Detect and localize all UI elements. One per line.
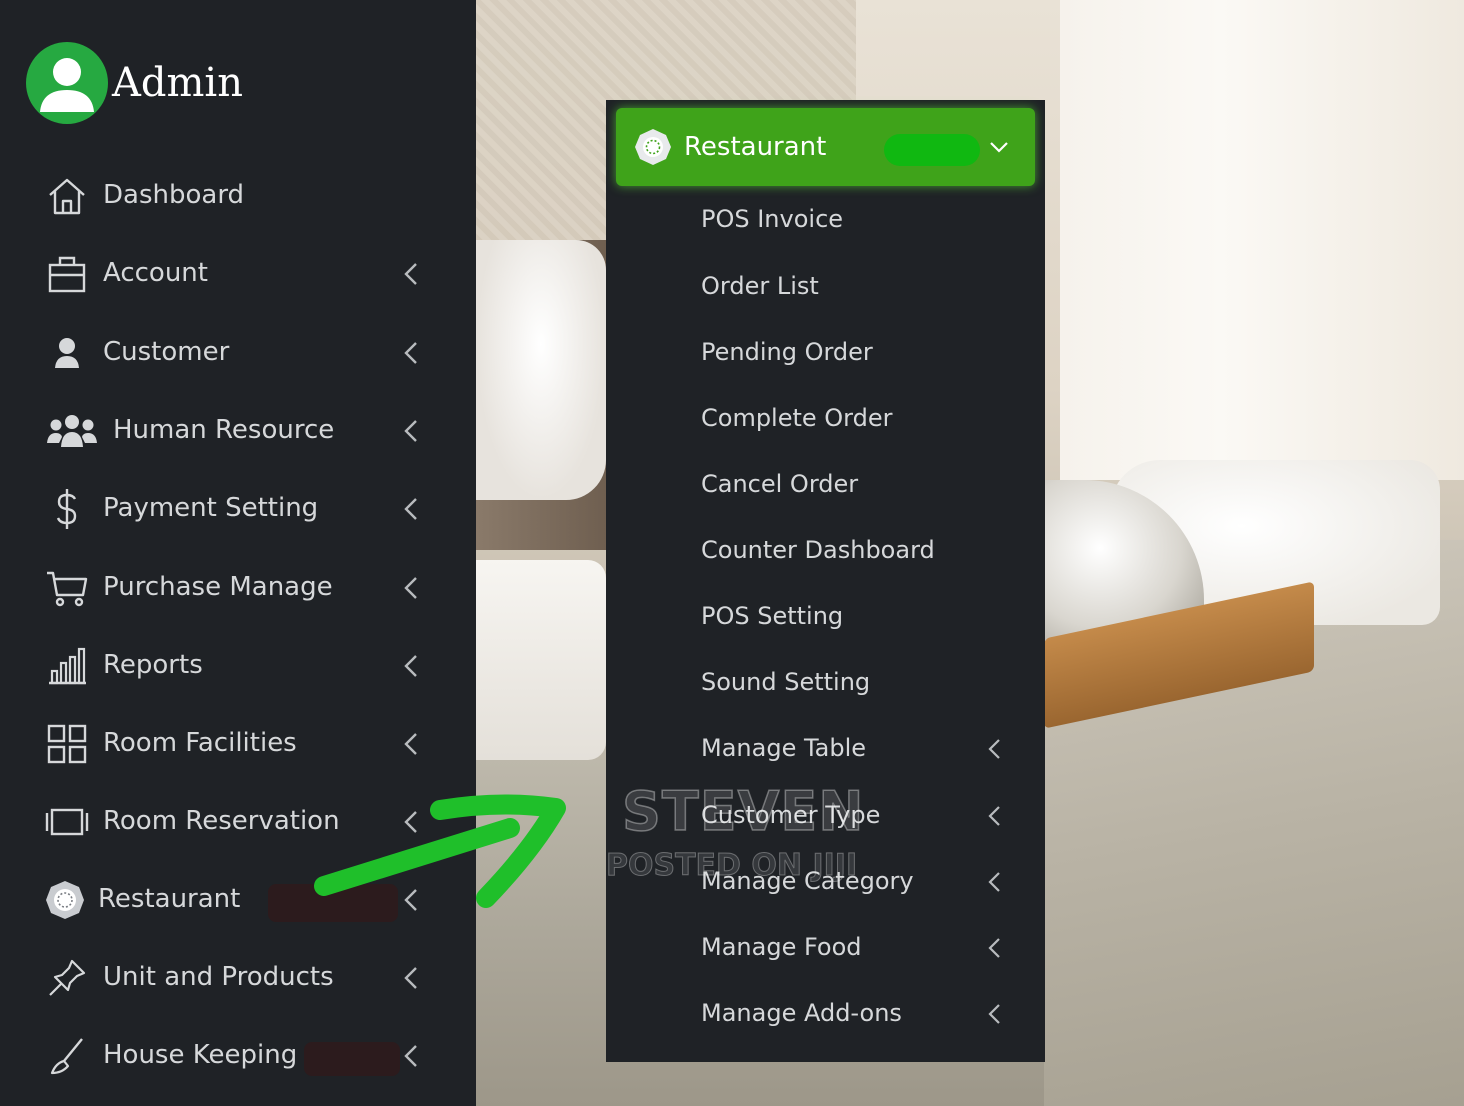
pin-icon bbox=[44, 956, 90, 1000]
broom-icon bbox=[44, 1034, 90, 1078]
submenu-item-label: Manage Add-ons bbox=[701, 999, 902, 1027]
submenu-item-label: Manage Food bbox=[701, 933, 862, 961]
highlight-pill bbox=[884, 134, 980, 166]
user-avatar-icon bbox=[40, 58, 94, 112]
sidebar-item-payment-setting[interactable]: Payment Setting bbox=[0, 479, 476, 539]
user-icon bbox=[44, 331, 90, 375]
briefcase-icon bbox=[44, 252, 90, 296]
submenu-item-label: Complete Order bbox=[701, 404, 893, 432]
sidebar-item-label: Reports bbox=[103, 650, 203, 680]
submenu-item-label: POS Setting bbox=[701, 602, 844, 630]
avatar bbox=[26, 42, 108, 124]
submenu-item-pending-order[interactable]: Pending Order bbox=[606, 324, 1045, 380]
chevron-left-icon bbox=[404, 498, 417, 520]
sidebar-item-label: Unit and Products bbox=[103, 962, 334, 992]
submenu-item-label: Customer Type bbox=[701, 801, 881, 829]
submenu-item-label: Pending Order bbox=[701, 338, 873, 366]
sidebar-item-label: Payment Setting bbox=[103, 493, 319, 523]
sidebar-item-human-resource[interactable]: Human Resource bbox=[0, 401, 476, 461]
sidebar-item-unit-and-products[interactable]: Unit and Products bbox=[0, 948, 476, 1008]
chevron-down-icon bbox=[990, 142, 1008, 153]
submenu-item-customer-type[interactable]: Customer Type bbox=[606, 787, 1045, 843]
submenu-item-manage-table[interactable]: Manage Table bbox=[606, 720, 1045, 776]
chevron-left-icon bbox=[404, 1045, 417, 1067]
sidebar-item-label: Account bbox=[103, 258, 208, 288]
chevron-left-icon bbox=[404, 733, 417, 755]
dollar-icon bbox=[44, 487, 90, 531]
redaction-mark bbox=[304, 1042, 400, 1076]
background-towels bbox=[476, 560, 606, 760]
submenu-item-label: Cancel Order bbox=[701, 470, 859, 498]
sidebar-item-house-keeping[interactable]: House Keeping bbox=[0, 1026, 476, 1086]
submenu-item-pos-invoice[interactable]: POS Invoice bbox=[606, 191, 1045, 247]
submenu-item-pos-setting[interactable]: POS Setting bbox=[606, 588, 1045, 644]
submenu-item-label: Manage Table bbox=[701, 734, 867, 762]
chevron-left-icon bbox=[988, 806, 1000, 826]
background-pillow bbox=[476, 240, 606, 500]
submenu-item-order-list[interactable]: Order List bbox=[606, 258, 1045, 314]
submenu-item-cancel-order[interactable]: Cancel Order bbox=[606, 456, 1045, 512]
admin-profile[interactable]: Admin bbox=[26, 40, 243, 126]
sidebar-item-customer[interactable]: Customer bbox=[0, 323, 476, 383]
sidebar-item-label: Room Reservation bbox=[103, 806, 340, 836]
sidebar-item-label: Restaurant bbox=[98, 884, 241, 914]
chevron-left-icon bbox=[404, 655, 417, 677]
sidebar-item-label: Customer bbox=[103, 337, 230, 367]
restaurant-icon bbox=[42, 878, 88, 922]
chevron-left-icon bbox=[988, 872, 1000, 892]
submenu-item-label: POS Invoice bbox=[701, 205, 844, 233]
submenu-item-sound-setting[interactable]: Sound Setting bbox=[606, 654, 1045, 710]
cart-icon bbox=[44, 566, 90, 610]
sidebar-item-purchase-manage[interactable]: Purchase Manage bbox=[0, 558, 476, 618]
chevron-left-icon bbox=[404, 967, 417, 989]
chevron-left-icon bbox=[404, 420, 417, 442]
annotation-arrow-icon bbox=[314, 794, 566, 908]
restaurant-icon bbox=[635, 129, 671, 165]
submenu-item-manage-category[interactable]: Manage Category bbox=[606, 853, 1045, 909]
sidebar-item-label: Purchase Manage bbox=[103, 572, 333, 602]
restaurant-menu-header[interactable]: Restaurant bbox=[616, 108, 1035, 186]
submenu-item-manage-food[interactable]: Manage Food bbox=[606, 919, 1045, 975]
submenu-item-label: Order List bbox=[701, 272, 819, 300]
sidebar-item-account[interactable]: Account bbox=[0, 244, 476, 304]
restaurant-submenu: Restaurant POS Invoice Order List Pendin… bbox=[606, 100, 1045, 1062]
submenu-item-label: Sound Setting bbox=[701, 668, 871, 696]
sidebar-item-label: Room Facilities bbox=[103, 728, 297, 758]
home-icon bbox=[44, 174, 90, 218]
users-icon bbox=[44, 409, 100, 453]
sidebar-item-label: Human Resource bbox=[113, 415, 335, 445]
submenu-item-label: Manage Category bbox=[701, 867, 914, 895]
grid-icon bbox=[44, 722, 90, 766]
chevron-left-icon bbox=[404, 577, 417, 599]
submenu-item-manage-add-ons[interactable]: Manage Add-ons bbox=[606, 985, 1045, 1041]
chevron-left-icon bbox=[988, 938, 1000, 958]
restaurant-menu-title: Restaurant bbox=[684, 132, 827, 162]
sidebar-item-room-facilities[interactable]: Room Facilities bbox=[0, 714, 476, 774]
tablet-icon bbox=[44, 800, 90, 844]
submenu-item-label: Counter Dashboard bbox=[701, 536, 935, 564]
sidebar-item-dashboard[interactable]: Dashboard bbox=[0, 166, 476, 226]
chevron-left-icon bbox=[404, 263, 417, 285]
submenu-item-counter-dashboard[interactable]: Counter Dashboard bbox=[606, 522, 1045, 578]
bar-chart-icon bbox=[44, 644, 90, 688]
background-window bbox=[1060, 0, 1464, 480]
chevron-left-icon bbox=[988, 739, 1000, 759]
sidebar-item-label: House Keeping bbox=[103, 1040, 298, 1070]
sidebar-item-reports[interactable]: Reports bbox=[0, 636, 476, 696]
admin-name: Admin bbox=[112, 60, 243, 106]
sidebar: Admin Dashboard Account Customer Human R… bbox=[0, 0, 476, 1106]
submenu-item-complete-order[interactable]: Complete Order bbox=[606, 390, 1045, 446]
chevron-left-icon bbox=[988, 1004, 1000, 1024]
sidebar-item-label: Dashboard bbox=[103, 180, 245, 210]
chevron-left-icon bbox=[404, 342, 417, 364]
